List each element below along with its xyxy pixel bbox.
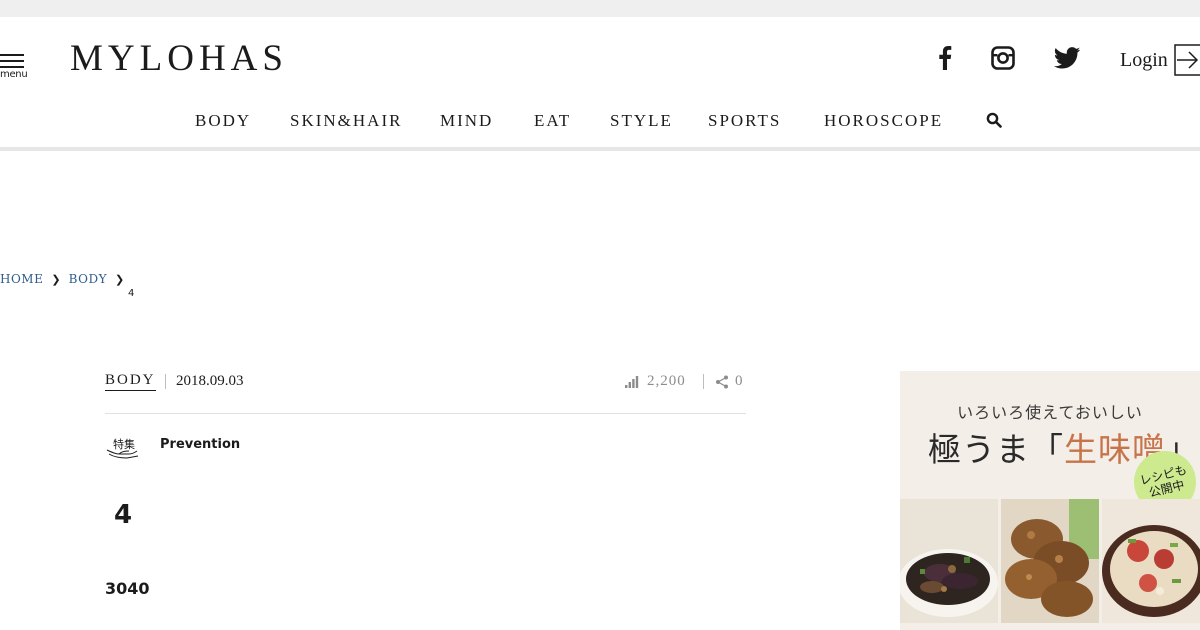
category-link[interactable]: BODY <box>105 372 156 391</box>
nav-item-body[interactable]: BODY <box>195 111 251 131</box>
header-divider <box>0 147 1200 151</box>
publish-date: 2018.09.03 <box>176 373 244 389</box>
bar-chart-icon <box>625 375 639 388</box>
feature-name: Prevention <box>160 437 241 452</box>
feature-tag[interactable]: 特集 Prevention <box>105 434 240 464</box>
article-meta: BODY 2018.09.03 2,200 0 <box>105 370 745 394</box>
menu-button[interactable]: menu <box>0 54 28 94</box>
login-button[interactable]: Login <box>1120 43 1200 77</box>
nav-item-sports[interactable]: SPORTS <box>708 111 781 131</box>
facebook-icon[interactable] <box>930 43 960 73</box>
menu-label: menu <box>0 69 28 80</box>
chevron-right-icon: ❯ <box>51 272 61 286</box>
meta-divider <box>703 374 704 389</box>
meta-divider <box>165 374 166 389</box>
hamburger-line <box>0 66 24 68</box>
nav-item-horoscope[interactable]: HOROSCOPE <box>824 111 943 131</box>
ad-title-prefix: 極うま <box>928 430 1030 469</box>
article-headline: 4 <box>114 500 133 530</box>
search-icon[interactable] <box>986 112 1002 133</box>
breadcrumb-home[interactable]: HOME <box>0 272 43 286</box>
chevron-right-icon: ❯ <box>115 272 125 286</box>
nav-item-mind[interactable]: MIND <box>440 111 493 131</box>
view-count-value: 2,200 <box>647 373 686 389</box>
breadcrumb: HOME ❯ BODY ❯ <box>0 272 132 286</box>
nav-item-skin-hair[interactable]: SKIN&HAIR <box>290 111 402 131</box>
ad-title-bracket: 「 <box>1030 430 1064 469</box>
share-button[interactable]: 0 <box>715 373 743 390</box>
hamburger-line <box>0 60 24 62</box>
twitter-icon[interactable] <box>1052 43 1082 73</box>
ad-photo-karaage <box>1001 499 1099 623</box>
share-count: 0 <box>735 373 743 389</box>
site-logo[interactable]: MYLOHAS <box>70 37 288 81</box>
ad-banner[interactable]: いろいろ使えておいしい 極うま「生味噌」 レシピも 公開中 <box>900 371 1200 630</box>
top-strip <box>0 0 1200 17</box>
article-lead: 3040 <box>105 579 150 598</box>
hand-icon <box>106 449 139 459</box>
meta-divider-line <box>105 413 746 414</box>
site-header: menu MYLOHAS Login BODY SKIN&HAIR MIND E… <box>0 17 1200 148</box>
ad-photo-eggplant <box>900 499 998 623</box>
breadcrumb-body[interactable]: BODY <box>69 272 107 286</box>
hamburger-icon <box>0 54 24 56</box>
share-icon <box>716 375 728 388</box>
feature-badge: 特集 <box>105 434 141 462</box>
nav-item-eat[interactable]: EAT <box>534 111 571 131</box>
login-label: Login <box>1120 48 1168 71</box>
breadcrumb-current: 4 <box>128 288 135 299</box>
login-icon <box>1174 44 1200 76</box>
ad-photo-miso-soup <box>1102 499 1200 623</box>
ad-subtitle: いろいろ使えておいしい <box>957 403 1143 422</box>
nav-item-style[interactable]: STYLE <box>610 111 673 131</box>
view-count: 2,200 <box>625 373 686 390</box>
main-nav: BODY SKIN&HAIR MIND EAT STYLE SPORTS HOR… <box>0 109 1200 135</box>
instagram-icon[interactable] <box>988 43 1018 73</box>
